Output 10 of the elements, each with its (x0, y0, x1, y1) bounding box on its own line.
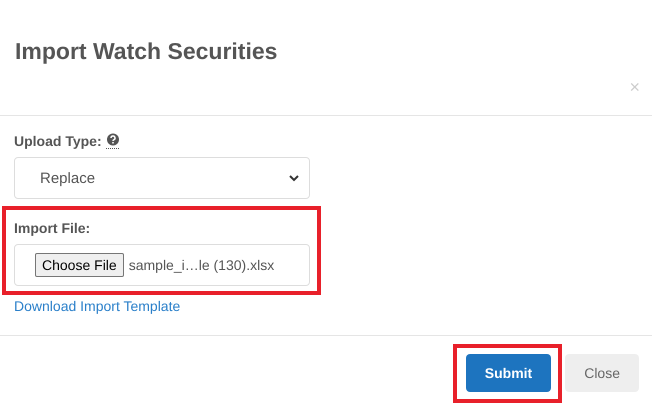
field-label: Upload Type: (14, 133, 102, 149)
download-template-link[interactable]: Download Import Template (14, 298, 180, 314)
help-icon[interactable] (106, 133, 120, 149)
field-label: Import File: (14, 220, 92, 236)
dialog-title: Import Watch Securities (15, 38, 278, 65)
close-button[interactable]: Close (565, 354, 639, 392)
chevron-down-icon (289, 174, 299, 182)
upload-type-select[interactable]: Replace (14, 157, 310, 199)
submit-button[interactable]: Submit (466, 354, 552, 392)
file-input[interactable]: Choose File sample_i…le (130).xlsx (14, 244, 310, 286)
